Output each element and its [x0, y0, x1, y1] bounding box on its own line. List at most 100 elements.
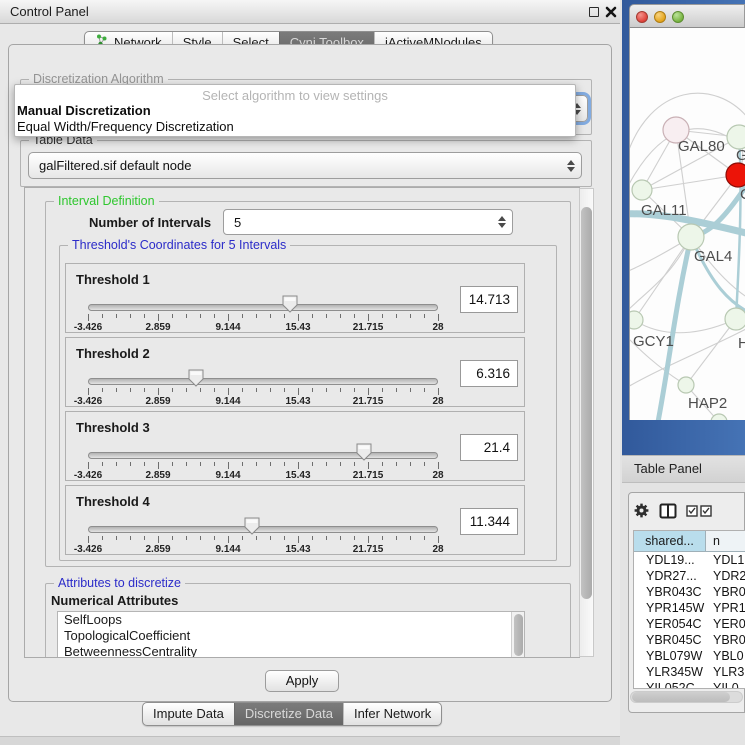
slider-tick: [340, 314, 341, 318]
table-cell: YBR043C: [634, 584, 706, 600]
table-row[interactable]: YBR045CYBR0: [634, 632, 745, 648]
threshold-value-field[interactable]: [460, 360, 518, 387]
slider-tick: [256, 388, 257, 392]
slider-tick: [382, 462, 383, 466]
slider-scale-label: -3.426: [74, 470, 102, 481]
slider-thumb[interactable]: [356, 443, 372, 461]
slider-tick: [214, 388, 215, 392]
slider-tick: [368, 462, 369, 469]
dropdown-option-manual-discretization[interactable]: Manual Discretization: [15, 103, 575, 119]
network-canvas[interactable]: GAL80GGAL11CGAL4GCY1HHAP2: [629, 28, 745, 420]
slider-tick: [438, 462, 439, 469]
node-label: GAL4: [694, 248, 732, 265]
slider-tick: [354, 314, 355, 318]
slider-track[interactable]: [88, 304, 438, 311]
tab-impute-data[interactable]: Impute Data: [143, 703, 234, 725]
network-node-hap2[interactable]: [678, 377, 694, 393]
tab-discretize-data[interactable]: Discretize Data: [234, 703, 343, 725]
node-label: GAL11: [641, 202, 687, 219]
slider-track[interactable]: [88, 526, 438, 533]
select-columns-icon[interactable]: [686, 505, 712, 520]
apply-button[interactable]: Apply: [265, 670, 339, 692]
slider-tick: [410, 388, 411, 392]
settings-vertical-scrollbar[interactable]: [579, 188, 594, 657]
close-traffic-light[interactable]: [636, 11, 648, 23]
slider-tick: [270, 536, 271, 540]
threshold-panel: Threshold 2-3.4262.8599.14415.4321.71528: [65, 337, 525, 407]
slider-thumb[interactable]: [282, 295, 298, 313]
table-row[interactable]: YBR043CYBR0: [634, 584, 745, 600]
network-node-h[interactable]: [725, 308, 745, 330]
close-icon[interactable]: [605, 6, 617, 21]
slider-scale-label: 9.144: [215, 470, 240, 481]
network-node-gal4[interactable]: [678, 224, 704, 250]
slider-track[interactable]: [88, 378, 438, 385]
dropdown-option-equal-width-frequency-discretization[interactable]: Equal Width/Frequency Discretization: [15, 119, 575, 135]
node-table[interactable]: shared...n YDL19...YDL1YDR27...YDR2YBR04…: [633, 530, 745, 689]
zoom-traffic-light[interactable]: [672, 11, 684, 23]
table-row[interactable]: YDR27...YDR2: [634, 568, 745, 584]
threshold-value-field[interactable]: [460, 508, 518, 535]
table-cell: YLR3: [706, 664, 745, 680]
spinner-arrows-icon[interactable]: [492, 216, 512, 228]
gear-icon[interactable]: [633, 502, 650, 522]
slider-tick: [200, 314, 201, 318]
slider-tick: [88, 462, 89, 469]
table-data-combobox[interactable]: galFiltered.sif default node: [28, 152, 582, 179]
slider-tick: [102, 314, 103, 318]
split-pane-icon[interactable]: [659, 503, 677, 522]
threshold-value-field[interactable]: [460, 286, 518, 313]
table-row[interactable]: YDL19...YDL1: [634, 552, 745, 568]
attribute-item-topologicalcoefficient[interactable]: TopologicalCoefficient: [58, 628, 524, 644]
table-row[interactable]: YBL079WYBL0: [634, 648, 745, 664]
table-row[interactable]: YLR345WYLR3: [634, 664, 745, 680]
table-row[interactable]: YIL052CYIL0: [634, 680, 745, 689]
column-header-1[interactable]: shared...: [634, 531, 706, 551]
table-cell: YDR27...: [634, 568, 706, 584]
slider-scale-label: 2.859: [145, 544, 170, 555]
slider-tick: [158, 314, 159, 321]
attribute-item-betweennesscentrality[interactable]: BetweennessCentrality: [58, 644, 524, 658]
slider-tick: [438, 388, 439, 395]
slider-tick: [116, 388, 117, 392]
slider-tick: [242, 388, 243, 392]
threshold-label: Threshold 2: [76, 346, 150, 361]
slider-tick: [340, 388, 341, 392]
table-row[interactable]: YPR145WYPR1: [634, 600, 745, 616]
threshold-label: Threshold 4: [76, 494, 150, 509]
attributes-scrollbar[interactable]: [511, 612, 524, 658]
network-node-gcy1[interactable]: [630, 311, 643, 329]
control-panel-titlebar: Control Panel: [0, 0, 620, 24]
slider-thumb[interactable]: [188, 369, 204, 387]
table-cell: YBR0: [706, 584, 745, 600]
minimize-traffic-light[interactable]: [654, 11, 666, 23]
tab-infer-network[interactable]: Infer Network: [343, 703, 441, 725]
slider-tick: [354, 388, 355, 392]
slider-tick: [396, 388, 397, 392]
network-node-g[interactable]: [727, 125, 745, 149]
number-of-intervals-spinner[interactable]: 5: [223, 209, 513, 235]
table-row[interactable]: YER054CYER0: [634, 616, 745, 632]
network-node-c[interactable]: [726, 163, 745, 187]
numerical-attributes-label: Numerical Attributes: [51, 593, 178, 608]
slider-scale-label: 15.43: [285, 396, 310, 407]
slider-scale-label: 2.859: [145, 396, 170, 407]
slider-tick: [172, 462, 173, 466]
network-node-gal11[interactable]: [632, 180, 652, 200]
slider-tick: [368, 388, 369, 395]
numerical-attributes-list[interactable]: SelfLoopsTopologicalCoefficientBetweenne…: [57, 611, 525, 658]
slider-tick: [242, 462, 243, 466]
attribute-item-selfloops[interactable]: SelfLoops: [58, 612, 524, 628]
slider-tick: [256, 462, 257, 466]
slider-thumb[interactable]: [244, 517, 260, 535]
threshold-label: Threshold 1: [76, 272, 150, 287]
slider-tick: [298, 314, 299, 321]
table-hscroll-thumb[interactable]: [632, 692, 730, 702]
scrollbar-thumb[interactable]: [581, 207, 592, 599]
slider-tick: [326, 314, 327, 318]
slider-track[interactable]: [88, 452, 438, 459]
column-header-2[interactable]: n: [706, 531, 745, 551]
slider-tick: [424, 536, 425, 540]
threshold-value-field[interactable]: [460, 434, 518, 461]
float-icon[interactable]: [589, 7, 599, 17]
